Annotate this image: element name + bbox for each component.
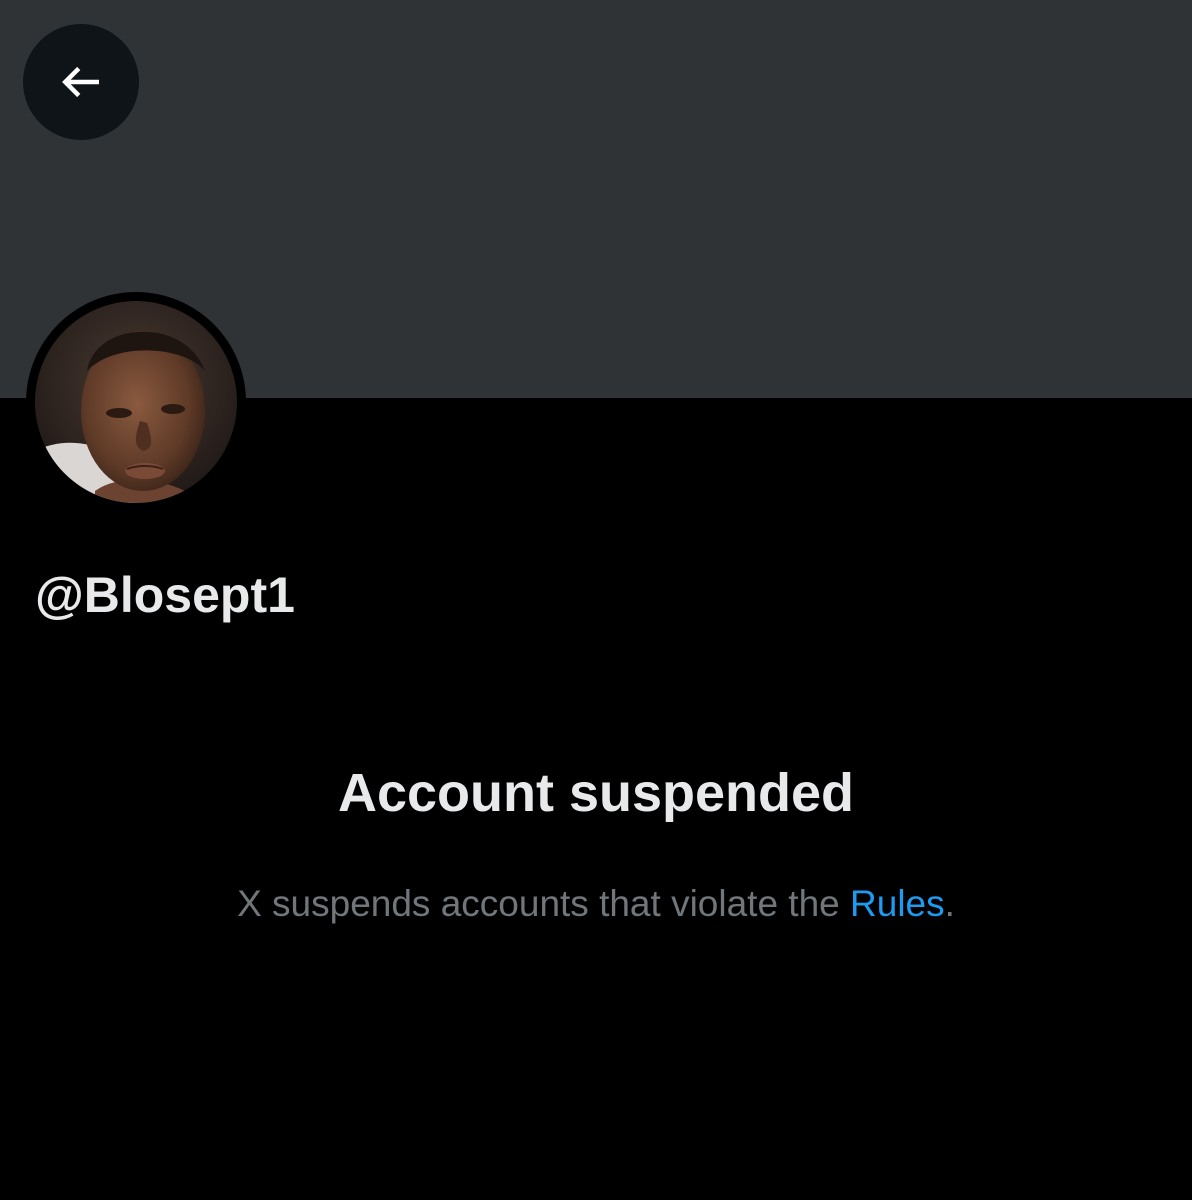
avatar[interactable]	[35, 301, 237, 503]
arrow-left-icon	[54, 55, 108, 109]
profile-handle: @Blosept1	[35, 567, 295, 623]
rules-link[interactable]: Rules	[850, 883, 945, 924]
suspension-title: Account suspended	[337, 763, 855, 823]
profile-screen: @Blosept1 Account suspended X suspends a…	[0, 0, 1192, 1200]
avatar-border	[26, 292, 246, 512]
suspension-message-text: X suspends accounts that violate the	[237, 883, 851, 924]
suspension-message: X suspends accounts that violate the Rul…	[0, 880, 1192, 928]
suspension-message-period: .	[944, 883, 955, 924]
back-button[interactable]	[23, 24, 139, 140]
